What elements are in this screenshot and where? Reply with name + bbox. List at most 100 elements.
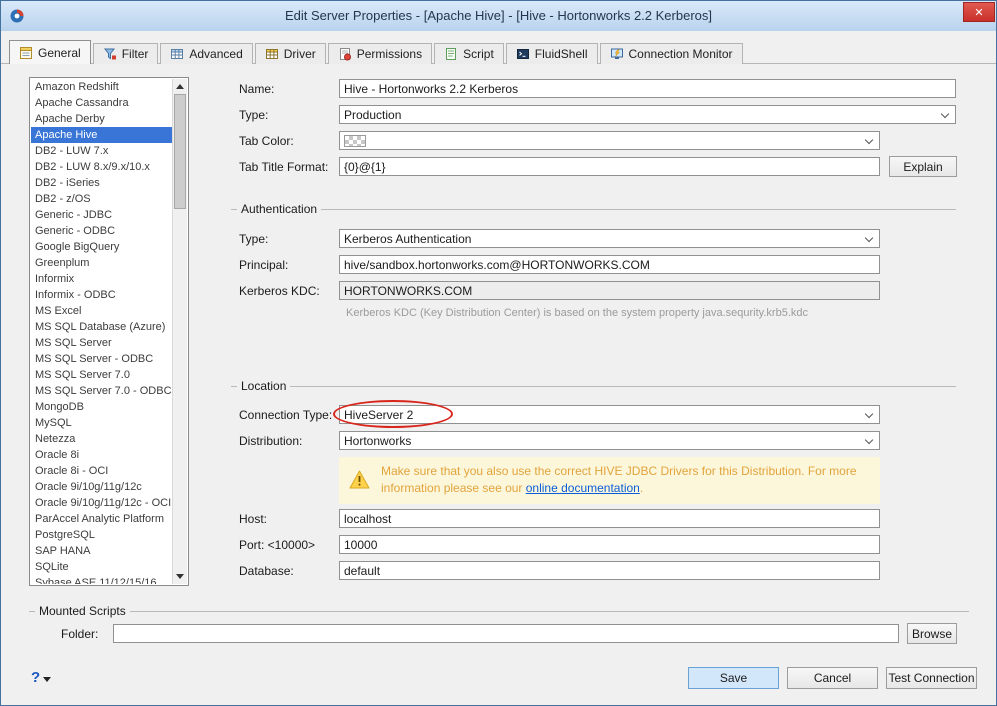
list-item[interactable]: MS SQL Server 7.0 (31, 367, 172, 383)
connection-type-value: HiveServer 2 (344, 407, 414, 422)
port-label: Port: <10000> (239, 538, 316, 552)
location-group-title: Location (237, 379, 291, 393)
host-input[interactable] (339, 509, 880, 528)
driver-warning-text: Make sure that you also use the correct … (381, 463, 873, 497)
connection-type-label: Connection Type: (239, 408, 333, 422)
tab-color-label: Tab Color: (239, 134, 294, 148)
general-icon (19, 46, 33, 60)
list-item[interactable]: Generic - JDBC (31, 207, 172, 223)
list-item[interactable]: Informix - ODBC (31, 287, 172, 303)
mounted-scripts-group: Mounted Scripts (29, 604, 969, 618)
connection-type-dropdown[interactable]: HiveServer 2 (339, 405, 880, 424)
tab-bar: General Filter Advanced Driver Permissio… (9, 40, 743, 64)
list-item[interactable]: MS SQL Server 7.0 - ODBC (31, 383, 172, 399)
type-dropdown[interactable]: Production (339, 105, 956, 124)
distribution-value: Hortonworks (344, 433, 412, 448)
tab-fluidshell[interactable]: FluidShell (505, 43, 598, 64)
list-item[interactable]: MySQL (31, 415, 172, 431)
list-item[interactable]: Apache Cassandra (31, 95, 172, 111)
kerberos-kdc-input[interactable] (339, 281, 880, 300)
list-item[interactable]: DB2 - iSeries (31, 175, 172, 191)
list-scrollbar[interactable] (172, 79, 187, 584)
online-documentation-link[interactable]: online documentation (526, 481, 640, 495)
list-item[interactable]: Google BigQuery (31, 239, 172, 255)
fluidshell-icon (516, 47, 530, 61)
tab-advanced[interactable]: Advanced (160, 43, 253, 64)
distribution-dropdown[interactable]: Hortonworks (339, 431, 880, 450)
list-item[interactable]: MongoDB (31, 399, 172, 415)
list-item[interactable]: Oracle 9i/10g/11g/12c (31, 479, 172, 495)
distribution-label: Distribution: (239, 434, 303, 448)
list-item[interactable]: DB2 - LUW 8.x/9.x/10.x (31, 159, 172, 175)
tab-permissions[interactable]: Permissions (327, 43, 433, 64)
name-input[interactable] (339, 79, 956, 98)
server-type-list-items: Amazon Redshift Apache Cassandra Apache De… (31, 79, 172, 584)
close-button[interactable]: ✕ (963, 2, 995, 22)
list-item[interactable]: MS Excel (31, 303, 172, 319)
scroll-up-button[interactable] (173, 79, 187, 94)
test-connection-button[interactable]: Test Connection (886, 667, 977, 689)
tab-label: General (38, 45, 81, 60)
list-item[interactable]: Generic - ODBC (31, 223, 172, 239)
list-item[interactable]: Amazon Redshift (31, 79, 172, 95)
list-item[interactable]: DB2 - z/OS (31, 191, 172, 207)
database-input[interactable] (339, 561, 880, 580)
chevron-down-icon (864, 435, 874, 445)
tab-script[interactable]: Script (434, 43, 504, 64)
tab-filter[interactable]: Filter (92, 43, 159, 64)
caret-down-icon (43, 677, 52, 682)
tab-general[interactable]: General (9, 40, 91, 64)
list-item[interactable]: Apache Derby (31, 111, 172, 127)
tab-driver[interactable]: Driver (254, 43, 326, 64)
list-item[interactable]: SQLite (31, 559, 172, 575)
list-item[interactable]: MS SQL Server (31, 335, 172, 351)
chevron-down-icon (864, 409, 874, 419)
tab-color-dropdown[interactable] (339, 131, 880, 150)
scroll-up-icon (176, 84, 184, 89)
help-button[interactable]: ? (31, 669, 52, 686)
list-item[interactable]: Informix (31, 271, 172, 287)
list-item[interactable]: SAP HANA (31, 543, 172, 559)
save-button[interactable]: Save (688, 667, 779, 689)
help-icon: ? (31, 669, 41, 686)
connection-monitor-icon (610, 47, 624, 61)
cancel-button[interactable]: Cancel (787, 667, 878, 689)
list-item[interactable]: Greenplum (31, 255, 172, 271)
scrollbar-thumb[interactable] (174, 94, 186, 209)
list-item[interactable]: Oracle 8i - OCI (31, 463, 172, 479)
auth-type-dropdown[interactable]: Kerberos Authentication (339, 229, 880, 248)
authentication-group-title: Authentication (237, 202, 322, 216)
window-title: Edit Server Properties - [Apache Hive] -… (285, 8, 712, 23)
principal-label: Principal: (239, 258, 289, 272)
chevron-down-icon (940, 109, 950, 119)
list-item[interactable]: Oracle 8i (31, 447, 172, 463)
list-item[interactable]: PostgreSQL (31, 527, 172, 543)
tab-label: Script (463, 47, 494, 61)
browse-button[interactable]: Browse (907, 623, 957, 644)
tab-title-format-label: Tab Title Format: (239, 160, 329, 174)
explain-button[interactable]: Explain (889, 156, 957, 177)
driver-icon (265, 47, 279, 61)
tab-label: Filter (121, 47, 149, 61)
principal-input[interactable] (339, 255, 880, 274)
list-item[interactable]: MS SQL Server - ODBC (31, 351, 172, 367)
port-input[interactable] (339, 535, 880, 554)
mounted-scripts-group-title: Mounted Scripts (35, 604, 130, 618)
list-item[interactable]: Apache Hive (31, 127, 172, 143)
list-item[interactable]: MS SQL Database (Azure) (31, 319, 172, 335)
tab-connection-monitor[interactable]: Connection Monitor (599, 43, 743, 64)
server-type-list[interactable]: Amazon Redshift Apache Cassandra Apache De… (29, 77, 189, 586)
script-icon (444, 47, 458, 61)
list-item[interactable]: DB2 - LUW 7.x (31, 143, 172, 159)
folder-input[interactable] (113, 624, 899, 643)
list-item[interactable]: Sybase ASE 11/12/15/16 (31, 575, 172, 584)
tab-title-format-input[interactable] (339, 157, 880, 176)
type-value: Production (344, 107, 402, 122)
filter-icon (103, 47, 117, 61)
database-label: Database: (239, 564, 294, 578)
scroll-down-button[interactable] (173, 569, 187, 584)
list-item[interactable]: Oracle 9i/10g/11g/12c - OCI (31, 495, 172, 511)
list-item[interactable]: ParAccel Analytic Platform (31, 511, 172, 527)
list-item[interactable]: Netezza (31, 431, 172, 447)
tab-color-swatch (344, 134, 366, 147)
